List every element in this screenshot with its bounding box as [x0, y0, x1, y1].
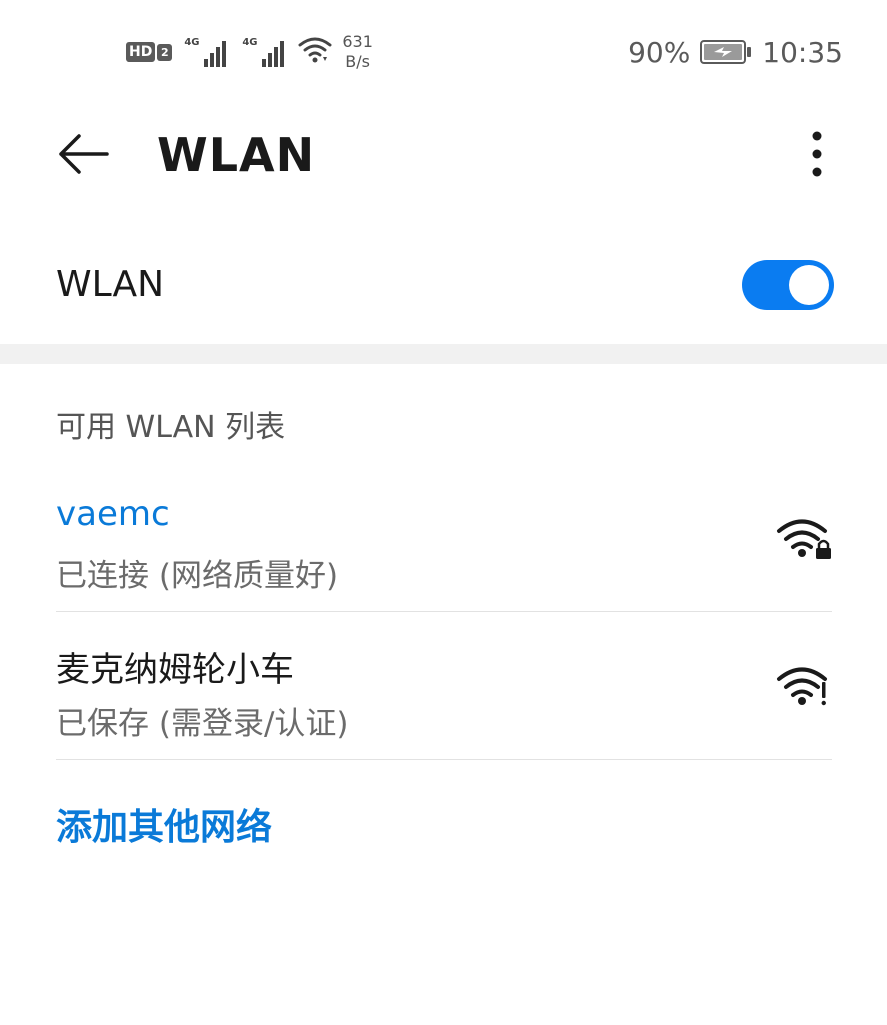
- back-button[interactable]: [48, 126, 118, 186]
- hd-icon: HD 2: [126, 42, 173, 62]
- add-network-button[interactable]: 添加其他网络: [56, 798, 272, 850]
- sim1-network-type: 4G: [184, 37, 200, 48]
- hd-label: HD: [126, 42, 156, 62]
- signal-icon: 4G: [184, 35, 230, 69]
- page-title: WLAN: [157, 128, 316, 182]
- arrow-left-icon: [57, 132, 109, 180]
- speed-value: 631: [342, 32, 373, 51]
- sim2-network-type: 4G: [242, 37, 258, 48]
- switch-knob: [789, 265, 829, 305]
- network-item-vaemc[interactable]: vaemc 已连接 (网络质量好): [0, 480, 887, 610]
- wlan-toggle-label: WLAN: [56, 264, 165, 305]
- network-speed: 631 B/s: [342, 32, 373, 72]
- wifi-icon: [298, 35, 332, 69]
- wlan-switch[interactable]: [742, 260, 834, 310]
- status-left: HD 2 4G 4G 631 B/s: [126, 32, 373, 72]
- wifi-lock-icon: [776, 516, 834, 560]
- network-status: 已保存 (需登录/认证): [56, 706, 349, 742]
- speed-unit: B/s: [345, 52, 370, 71]
- battery-charging-icon: [700, 40, 752, 64]
- list-divider: [56, 759, 832, 760]
- signal-icon: 4G: [242, 35, 288, 69]
- list-divider: [56, 611, 832, 612]
- network-list-header: 可用 WLAN 列表: [56, 410, 286, 445]
- more-options-button[interactable]: [797, 126, 837, 186]
- status-right: 90% 10:35: [628, 34, 843, 70]
- wlan-toggle-row[interactable]: WLAN: [0, 230, 887, 342]
- network-name: vaemc: [56, 494, 170, 534]
- section-divider: [0, 344, 887, 364]
- wifi-alert-icon: [776, 664, 834, 708]
- hd-sim-number: 2: [157, 43, 173, 61]
- status-bar: HD 2 4G 4G 631 B/s 90% 10:35: [0, 0, 887, 100]
- clock: 10:35: [762, 35, 843, 69]
- battery-percent: 90%: [628, 35, 691, 69]
- more-vert-icon: [811, 130, 823, 182]
- network-name: 麦克纳姆轮小车: [56, 650, 294, 690]
- network-status: 已连接 (网络质量好): [56, 558, 339, 594]
- app-bar: WLAN: [0, 100, 887, 212]
- network-item-saved[interactable]: 麦克纳姆轮小车 已保存 (需登录/认证): [0, 628, 887, 758]
